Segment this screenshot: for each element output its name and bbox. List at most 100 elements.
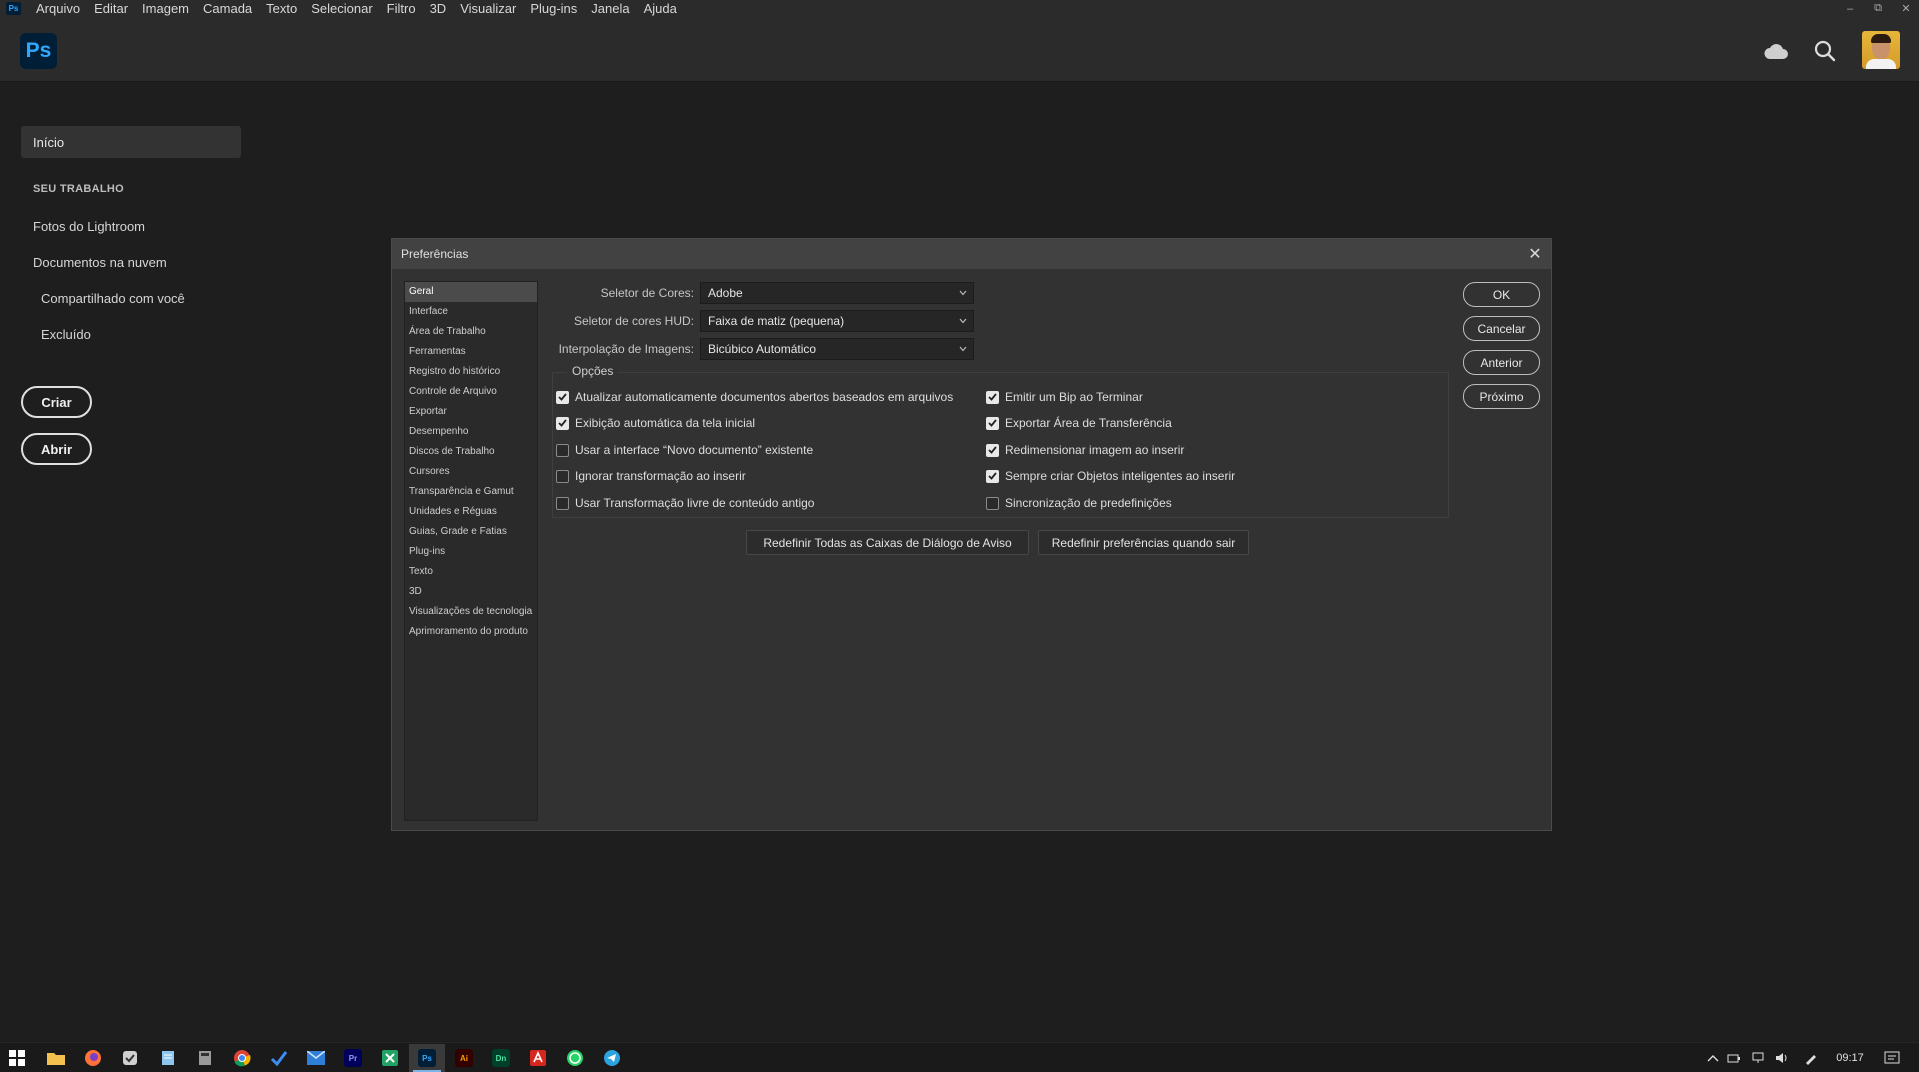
category-item[interactable]: Controle de Arquivo xyxy=(405,382,537,402)
next-button[interactable]: Próximo xyxy=(1463,384,1540,409)
color-picker-select[interactable]: Adobe xyxy=(700,282,974,304)
checkbox-checked[interactable] xyxy=(986,416,999,430)
menu-plugins[interactable]: Plug-ins xyxy=(523,0,584,17)
menu-filtro[interactable]: Filtro xyxy=(380,0,423,17)
menu-imagem[interactable]: Imagem xyxy=(135,0,196,17)
todo-icon[interactable] xyxy=(270,1049,288,1067)
cancel-button[interactable]: Cancelar xyxy=(1463,316,1540,341)
notifications-icon[interactable] xyxy=(1872,1051,1912,1065)
hud-color-picker-select[interactable]: Faixa de matiz (pequena) xyxy=(700,310,974,332)
category-item[interactable]: Guias, Grade e Fatias xyxy=(405,522,537,542)
option-row[interactable]: Exibição automática da tela inicial xyxy=(556,415,755,431)
category-item[interactable]: Unidades e Réguas xyxy=(405,502,537,522)
firefox-icon[interactable] xyxy=(84,1049,102,1067)
option-row[interactable]: Exportar Área de Transferência xyxy=(986,415,1172,431)
checkbox-checked[interactable] xyxy=(556,416,569,430)
option-row[interactable]: Usar Transformação livre de conteúdo ant… xyxy=(556,495,814,511)
battery-icon[interactable] xyxy=(1722,1053,1746,1063)
menu-janela[interactable]: Janela xyxy=(584,0,636,17)
category-item[interactable]: Visualizações de tecnologia xyxy=(405,602,537,622)
menu-texto[interactable]: Texto xyxy=(259,0,304,17)
clock[interactable]: 09:17 xyxy=(1828,1052,1872,1064)
category-item[interactable]: Registro do histórico xyxy=(405,362,537,382)
nav-home[interactable]: Início xyxy=(21,126,241,158)
menu-editar[interactable]: Editar xyxy=(87,0,135,17)
nav-lightroom-photos[interactable]: Fotos do Lightroom xyxy=(33,219,145,234)
category-item[interactable]: Desempenho xyxy=(405,422,537,442)
volume-icon[interactable] xyxy=(1770,1052,1794,1064)
search-icon[interactable] xyxy=(1811,37,1839,65)
dimension-icon[interactable]: Dn xyxy=(492,1049,510,1067)
whatsapp-icon[interactable] xyxy=(566,1049,584,1067)
spreadsheet-icon[interactable] xyxy=(381,1049,399,1067)
previous-button[interactable]: Anterior xyxy=(1463,350,1540,375)
minimize-icon[interactable]: – xyxy=(1843,2,1857,16)
checkbox-unchecked[interactable] xyxy=(556,496,569,510)
dialog-close-icon[interactable]: ✕ xyxy=(1525,244,1545,264)
option-row[interactable]: Sempre criar Objetos inteligentes ao ins… xyxy=(986,468,1235,484)
menu-arquivo[interactable]: Arquivo xyxy=(29,0,87,17)
checkbox-checked[interactable] xyxy=(556,390,569,404)
checkbox-unchecked[interactable] xyxy=(556,469,569,483)
telegram-icon[interactable] xyxy=(603,1049,621,1067)
menu-visualizar[interactable]: Visualizar xyxy=(453,0,523,17)
category-item-selected[interactable]: Geral xyxy=(405,282,537,302)
app-icon[interactable] xyxy=(121,1049,139,1067)
reset-preferences-button[interactable]: Redefinir preferências quando sair xyxy=(1038,530,1249,555)
chevron-down-icon xyxy=(957,286,969,300)
option-row[interactable]: Atualizar automaticamente documentos abe… xyxy=(556,389,953,405)
pen-icon[interactable] xyxy=(1794,1051,1828,1065)
checkbox-unchecked[interactable] xyxy=(556,443,569,457)
menu-camada[interactable]: Camada xyxy=(196,0,259,17)
cloud-icon[interactable] xyxy=(1762,37,1790,65)
reset-warning-dialogs-button[interactable]: Redefinir Todas as Caixas de Diálogo de … xyxy=(746,530,1029,555)
checkbox-checked[interactable] xyxy=(986,469,999,483)
system-tray: 09:17 xyxy=(1704,1043,1912,1072)
category-item[interactable]: Transparência e Gamut xyxy=(405,482,537,502)
avatar[interactable] xyxy=(1862,31,1900,69)
calculator-icon[interactable] xyxy=(196,1049,214,1067)
nav-deleted[interactable]: Excluído xyxy=(41,327,91,342)
category-item[interactable]: Texto xyxy=(405,562,537,582)
option-row[interactable]: Sincronização de predefinições xyxy=(986,495,1172,511)
acrobat-icon[interactable] xyxy=(529,1049,547,1067)
illustrator-icon[interactable]: Ai xyxy=(455,1049,473,1067)
close-icon[interactable]: ✕ xyxy=(1899,2,1913,16)
ok-button[interactable]: OK xyxy=(1463,282,1540,307)
photoshop-logo[interactable]: Ps xyxy=(20,33,57,69)
checkbox-unchecked[interactable] xyxy=(986,496,999,510)
option-row[interactable]: Redimensionar imagem ao inserir xyxy=(986,442,1184,458)
option-row[interactable]: Usar a interface “Novo documento” existe… xyxy=(556,442,813,458)
chevron-up-icon[interactable] xyxy=(1704,1054,1722,1062)
menu-3d[interactable]: 3D xyxy=(423,0,454,17)
menu-ajuda[interactable]: Ajuda xyxy=(637,0,684,17)
photoshop-icon[interactable]: Ps xyxy=(418,1049,436,1067)
create-button[interactable]: Criar xyxy=(21,386,92,418)
category-item[interactable]: Ferramentas xyxy=(405,342,537,362)
category-item[interactable]: Exportar xyxy=(405,402,537,422)
category-item[interactable]: Interface xyxy=(405,302,537,322)
checkbox-checked[interactable] xyxy=(986,390,999,404)
premiere-icon[interactable]: Pr xyxy=(344,1049,362,1067)
restore-icon[interactable]: ⧉ xyxy=(1871,2,1885,16)
option-row[interactable]: Emitir um Bip ao Terminar xyxy=(986,389,1143,405)
mail-icon[interactable] xyxy=(307,1049,325,1067)
notepad-icon[interactable] xyxy=(159,1049,177,1067)
checkbox-checked[interactable] xyxy=(986,443,999,457)
category-item[interactable]: Plug-ins xyxy=(405,542,537,562)
chrome-icon[interactable] xyxy=(233,1049,251,1067)
category-item[interactable]: Aprimoramento do produto xyxy=(405,622,537,642)
option-row[interactable]: Ignorar transformação ao inserir xyxy=(556,468,746,484)
menu-selecionar[interactable]: Selecionar xyxy=(304,0,379,17)
category-item[interactable]: Cursores xyxy=(405,462,537,482)
open-button[interactable]: Abrir xyxy=(21,433,92,465)
category-item[interactable]: Área de Trabalho xyxy=(405,322,537,342)
nav-shared-with-you[interactable]: Compartilhado com você xyxy=(41,291,185,306)
category-item[interactable]: 3D xyxy=(405,582,537,602)
network-icon[interactable] xyxy=(1746,1052,1770,1064)
nav-cloud-documents[interactable]: Documentos na nuvem xyxy=(33,255,167,270)
file-explorer-icon[interactable] xyxy=(47,1049,65,1067)
category-item[interactable]: Discos de Trabalho xyxy=(405,442,537,462)
start-icon[interactable] xyxy=(8,1049,26,1067)
image-interpolation-select[interactable]: Bicúbico Automático xyxy=(700,338,974,360)
